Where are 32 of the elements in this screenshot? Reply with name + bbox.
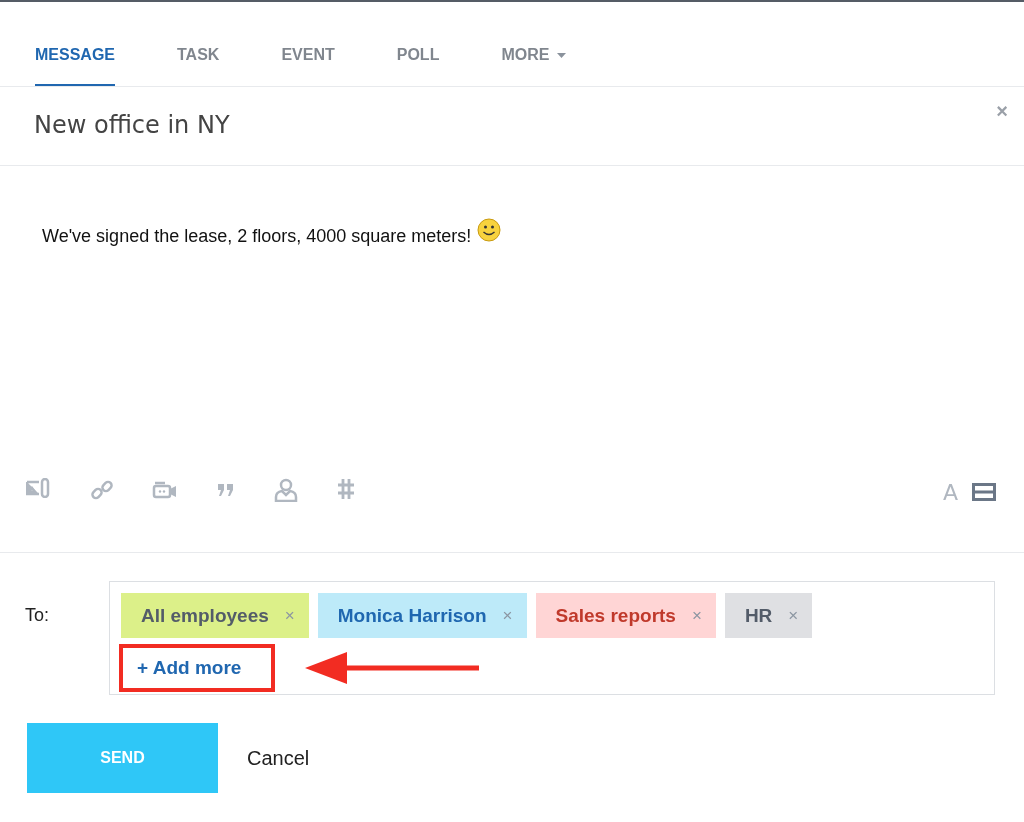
remove-icon[interactable]: × bbox=[691, 605, 702, 626]
person-icon[interactable] bbox=[274, 478, 298, 502]
recipient-name: HR bbox=[744, 604, 773, 627]
smiley-icon bbox=[477, 218, 502, 242]
remove-icon[interactable]: × bbox=[284, 605, 295, 626]
tab[interactable]: EVENT bbox=[281, 46, 335, 86]
tab[interactable]: POLL bbox=[396, 46, 440, 86]
remove-icon[interactable]: × bbox=[502, 605, 513, 626]
tab[interactable]: MORE bbox=[501, 46, 567, 86]
tab[interactable]: TASK bbox=[177, 46, 220, 86]
add-more-link[interactable]: + Add more bbox=[119, 644, 276, 692]
recipient-name: Monica Harrison bbox=[337, 604, 487, 627]
cancel-button[interactable]: Cancel bbox=[241, 745, 316, 771]
recipient-tag[interactable]: Sales reports × bbox=[535, 593, 716, 638]
to-label: To: bbox=[25, 605, 50, 627]
hashtag-icon[interactable] bbox=[336, 478, 356, 500]
link-icon[interactable] bbox=[90, 478, 114, 502]
tab[interactable]: MESSAGE bbox=[35, 46, 115, 86]
recipient-tag[interactable]: All employees × bbox=[121, 593, 309, 638]
attach-image-icon[interactable] bbox=[26, 478, 52, 498]
message-text: We've signed the lease, 2 floors, 4000 square meters! bbox=[42, 226, 472, 247]
send-button[interactable]: SEND bbox=[27, 723, 218, 793]
panel-icon[interactable] bbox=[972, 483, 996, 501]
recipient-tag[interactable]: HR × bbox=[724, 593, 813, 638]
text-style-button[interactable]: A bbox=[942, 479, 958, 505]
close-button[interactable]: × bbox=[996, 99, 1008, 123]
subject-text: New office in NY bbox=[34, 111, 230, 141]
recipient-name: Sales reports bbox=[555, 604, 676, 627]
recipient-tag[interactable]: Monica Harrison × bbox=[317, 593, 527, 638]
recipient-name: All employees bbox=[141, 604, 269, 627]
recipients-field[interactable]: All employees × Monica Harrison × Sales reports × HR × + Add more bbox=[109, 581, 995, 695]
remove-icon[interactable]: × bbox=[788, 605, 799, 626]
